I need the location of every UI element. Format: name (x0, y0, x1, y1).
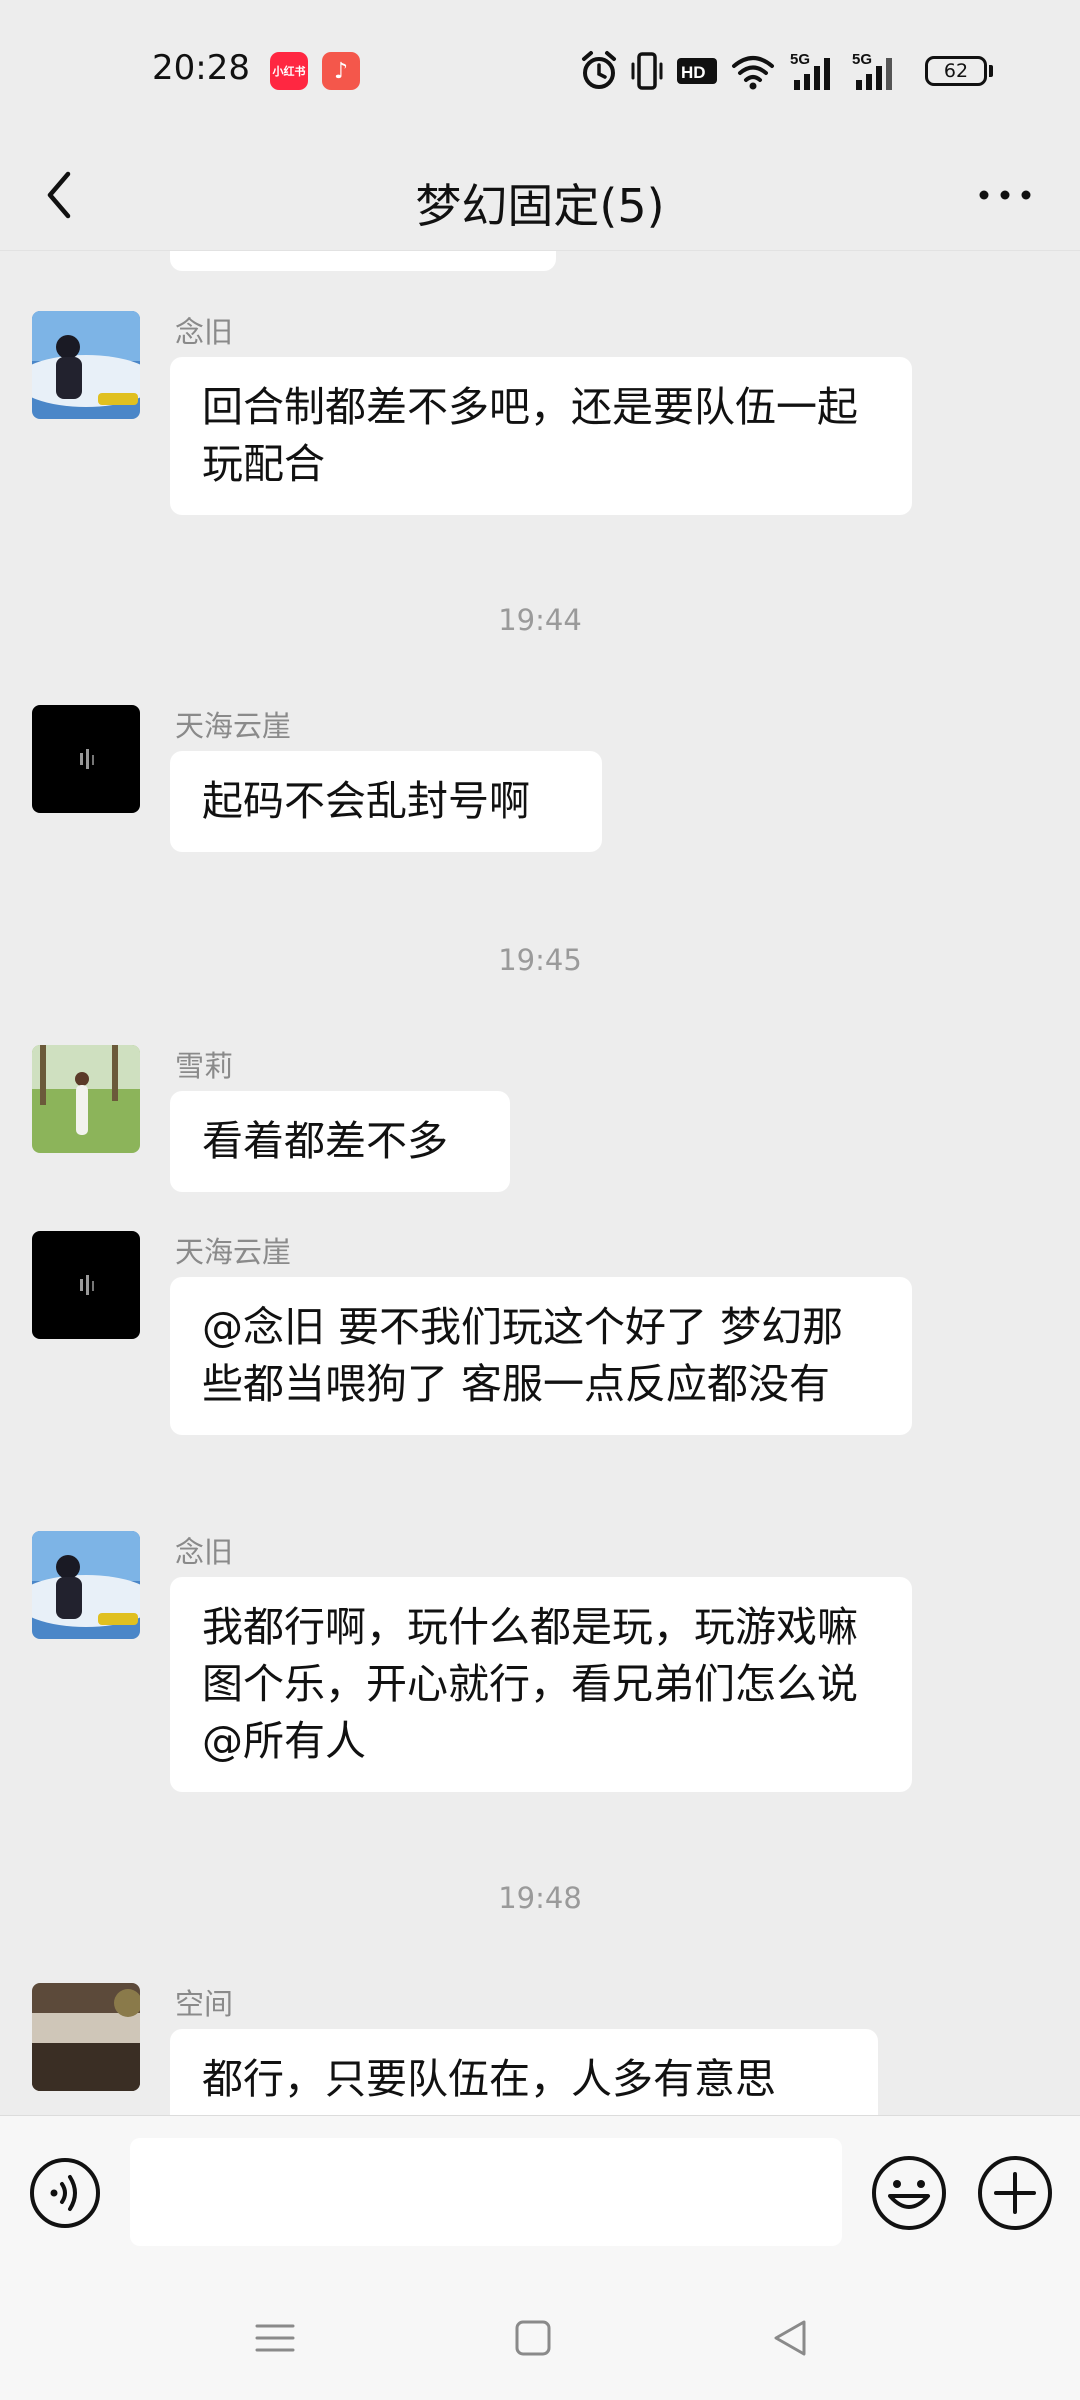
message-text: 都行，只要队伍在，人多有意思 (202, 2055, 776, 2103)
wifi-icon (732, 56, 774, 90)
status-bar: 20:28 小红书 ♪ HD 5G 5G 62 (0, 0, 1080, 140)
menu-button[interactable] (240, 2303, 310, 2373)
avatar-kongjian (32, 1983, 140, 2091)
emoji-icon[interactable] (870, 2154, 948, 2232)
input-bar (0, 2115, 1080, 2276)
sender-name: 空间 (175, 1987, 234, 2021)
sender-name: 天海云崖 (175, 709, 292, 743)
music-app-icon: ♪ (322, 52, 360, 90)
svg-text:5G: 5G (852, 51, 872, 68)
more-dots-icon (979, 190, 1031, 200)
sender-name: 雪莉 (175, 1049, 234, 1083)
message-input[interactable] (130, 2138, 842, 2246)
sender-name: 念旧 (175, 1535, 234, 1569)
back-nav-button[interactable] (755, 2303, 825, 2373)
message-text: @念旧 要不我们玩这个好了 梦幻那些都当喂狗了 客服一点反应都没有 (202, 1303, 844, 1408)
avatar-nianjiu (32, 1531, 140, 1639)
avatar[interactable] (32, 1983, 140, 2091)
message-bubble[interactable]: 都行，只要队伍在，人多有意思 (170, 2029, 878, 2116)
battery-icon: 62 (925, 56, 987, 86)
alarm-icon (582, 51, 616, 89)
xiaohongshu-icon: 小红书 (270, 52, 308, 90)
back-button[interactable] (26, 162, 92, 228)
battery-nub (989, 65, 993, 77)
vibrate-icon (631, 52, 663, 90)
message-bubble[interactable]: 看着都差不多 (170, 1091, 510, 1192)
avatar[interactable] (32, 1531, 140, 1639)
plus-icon[interactable] (976, 2154, 1054, 2232)
battery-level: 62 (943, 60, 969, 82)
message-bubble[interactable]: 我都行啊，玩什么都是玩，玩游戏嘛图个乐，开心就行，看兄弟们怎么说@所有人 (170, 1577, 912, 1792)
signal-5g-icon: 5G (852, 51, 892, 90)
back-triangle-icon (774, 2320, 806, 2356)
message-bubble[interactable]: @念旧 要不我们玩这个好了 梦幻那些都当喂狗了 客服一点反应都没有 (170, 1277, 912, 1435)
avatar-xueli (32, 1045, 140, 1153)
more-button[interactable] (970, 162, 1040, 228)
time-divider: 19:48 (498, 1881, 582, 1915)
message-text: 回合制都差不多吧，还是要队伍一起玩配合 (202, 383, 858, 488)
message-bubble-partial[interactable] (170, 251, 556, 271)
avatar[interactable] (32, 705, 140, 813)
message-bubble[interactable]: 回合制都差不多吧，还是要队伍一起玩配合 (170, 357, 912, 515)
sender-name: 念旧 (175, 315, 234, 349)
avatar-nianjiu (32, 311, 140, 419)
chevron-left-icon (47, 171, 71, 219)
svg-text:HD: HD (681, 63, 706, 82)
avatar-tianhai (32, 705, 140, 813)
sender-name: 天海云崖 (175, 1235, 292, 1269)
avatar[interactable] (32, 1045, 140, 1153)
home-button[interactable] (498, 2303, 568, 2373)
time-divider: 19:45 (498, 943, 582, 977)
system-nav-bar (0, 2275, 1080, 2400)
signal-5g-icon: 5G (790, 51, 830, 90)
message-bubble[interactable]: 起码不会乱封号啊 (170, 751, 602, 852)
hd-icon: HD (677, 58, 717, 84)
message-text: 我都行啊，玩什么都是玩，玩游戏嘛图个乐，开心就行，看兄弟们怎么说@所有人 (202, 1603, 858, 1765)
status-icons: HD 5G 5G 62 (580, 50, 1000, 94)
menu-icon (255, 2324, 295, 2352)
time-divider: 19:44 (498, 603, 582, 637)
avatar[interactable] (32, 1231, 140, 1339)
voice-icon[interactable] (28, 2156, 102, 2230)
status-time: 20:28 (152, 48, 250, 88)
chat-header: 梦幻固定(5) (0, 140, 1080, 250)
chat-title: 梦幻固定(5) (415, 179, 665, 233)
svg-text:5G: 5G (790, 51, 810, 68)
message-list[interactable]: 念旧 回合制都差不多吧，还是要队伍一起玩配合 19:44 天海云崖 起码不会乱封… (0, 250, 1080, 2116)
message-text: 起码不会乱封号啊 (202, 777, 530, 825)
message-text: 看着都差不多 (202, 1117, 448, 1165)
avatar-tianhai (32, 1231, 140, 1339)
home-icon (515, 2320, 551, 2356)
avatar[interactable] (32, 311, 140, 419)
